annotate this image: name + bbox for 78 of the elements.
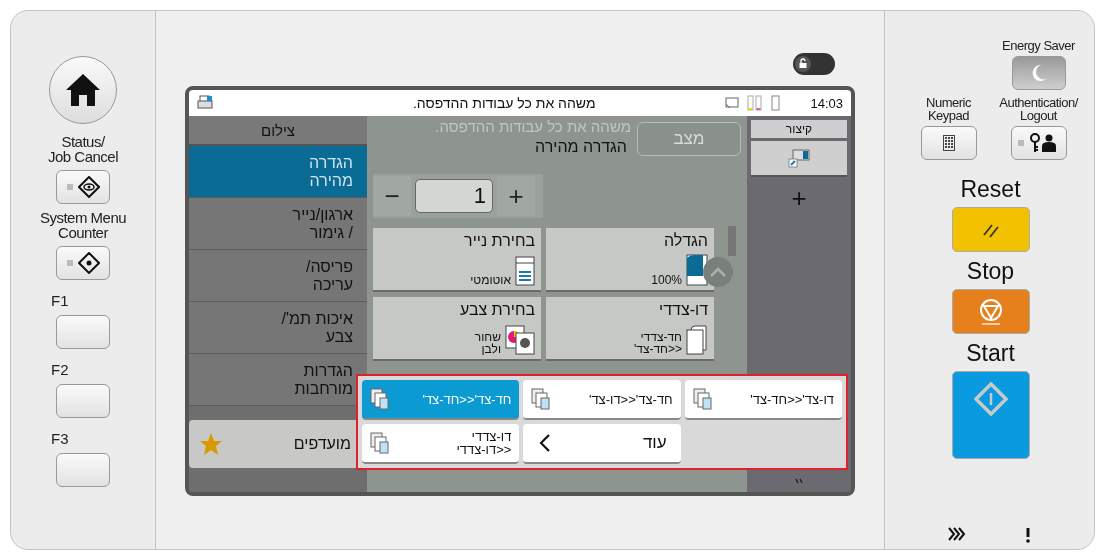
tile-title: בחירת צבע (458, 301, 535, 319)
indicator-light (66, 184, 73, 190)
sidebar-item[interactable]: ארגון/נייר / גימור (189, 198, 367, 250)
panel-button[interactable] (1010, 126, 1067, 160)
tile-title: בחירת נייר (463, 232, 535, 250)
button-label: Status/ Job Cancel (47, 134, 118, 164)
people-icon (1029, 133, 1059, 153)
diamond-icon (77, 252, 100, 274)
shortcut-header: קיצור (751, 120, 847, 138)
pages-icon (692, 388, 713, 410)
home-icon (64, 72, 102, 108)
shortcut-tile[interactable] (751, 141, 847, 177)
tile-value: 100% (651, 274, 682, 286)
screen-title: הגדרה מהירה (535, 138, 627, 156)
stop-icon (977, 297, 1004, 326)
add-shortcut-button[interactable]: + (791, 183, 807, 214)
sidebar-item[interactable]: הגדרות מורחבות (189, 354, 367, 406)
paper-icon (515, 256, 535, 286)
tile-value: שחור ולבן (474, 331, 501, 355)
attention-icon (1024, 527, 1031, 543)
button-label: F1 (51, 292, 69, 309)
sidebar-item[interactable]: הגדרה מהירה (189, 146, 367, 198)
start-icon (973, 382, 1008, 416)
duplex-option[interactable]: דו-צדדי <<דו-צדדי (362, 424, 520, 464)
duplex-option[interactable]: דו-צד'<<חד-צד' (684, 380, 842, 420)
panel-button[interactable] (56, 170, 110, 204)
status-message: משהה את כל עבודות ההדפסה. (411, 95, 597, 111)
tile-title: דו-צדדי (658, 301, 708, 319)
toner-icon (771, 95, 781, 111)
decrease-button[interactable]: − (373, 176, 411, 216)
panel-button[interactable] (920, 126, 977, 160)
tile-value: חד-צדדי <<חד-צד' (633, 331, 682, 355)
sidebar-item[interactable]: פריסה/ עריכה (189, 250, 367, 302)
page-icon (686, 254, 708, 286)
button-label: F3 (51, 430, 69, 447)
display-icon (725, 97, 740, 109)
printer-icon (197, 95, 213, 111)
lock-toggle[interactable] (793, 53, 835, 75)
setting-tile[interactable]: בחירת צבע שחור ולבן (373, 297, 541, 361)
eye-icon (77, 176, 100, 198)
indicator-light (66, 260, 73, 266)
pages-icon (370, 388, 390, 410)
button-label: Stop (966, 258, 1015, 285)
sidebar-header: צילום (189, 116, 367, 146)
keypad-icon (942, 135, 955, 151)
sidebar-item[interactable]: איכות תמ'/ צבע (189, 302, 367, 354)
duplex-icon (686, 325, 708, 355)
duplex-option[interactable]: חד-צד'<<דו-צד' (523, 380, 681, 420)
panel-button[interactable] (56, 246, 110, 280)
setting-tile[interactable]: בחירת נייר אוטומטי (373, 228, 541, 292)
toner-icon (747, 95, 764, 111)
button-label: System Menu Counter (39, 210, 127, 240)
clock-time: 14:03 (810, 95, 843, 111)
copies-field[interactable]: 1 (415, 179, 493, 213)
star-icon (199, 432, 223, 456)
pages-icon (370, 432, 390, 454)
tile-value: אוטומטי (470, 274, 511, 286)
indicator-light (1018, 140, 1024, 146)
scroll-up-button[interactable] (703, 257, 733, 287)
more-button[interactable]: עוד (523, 424, 681, 464)
button-label: Authentication/ Logout (999, 96, 1078, 122)
button-label: Reset (960, 176, 1021, 203)
pages-icon (531, 388, 552, 410)
chevron-left-icon (539, 433, 552, 453)
shortcut-icon (787, 148, 811, 168)
color-icon (505, 325, 535, 355)
button-label: F2 (51, 361, 69, 378)
increase-button[interactable]: + (497, 176, 535, 216)
setting-tile[interactable]: דו-צדדי חד-צדדי <<חד-צד' (546, 297, 714, 361)
button-label: Numeric Keypad (926, 96, 971, 122)
lock-icon (795, 56, 811, 72)
scroll-thumb[interactable] (728, 226, 736, 256)
button-label: Energy Saver (1002, 39, 1075, 52)
chevron-up-icon (710, 267, 726, 277)
moon-icon (1030, 64, 1047, 82)
tile-title: הגדלה (662, 232, 708, 250)
button-label: Start (966, 340, 1015, 367)
data-indicator-icon (946, 527, 967, 541)
